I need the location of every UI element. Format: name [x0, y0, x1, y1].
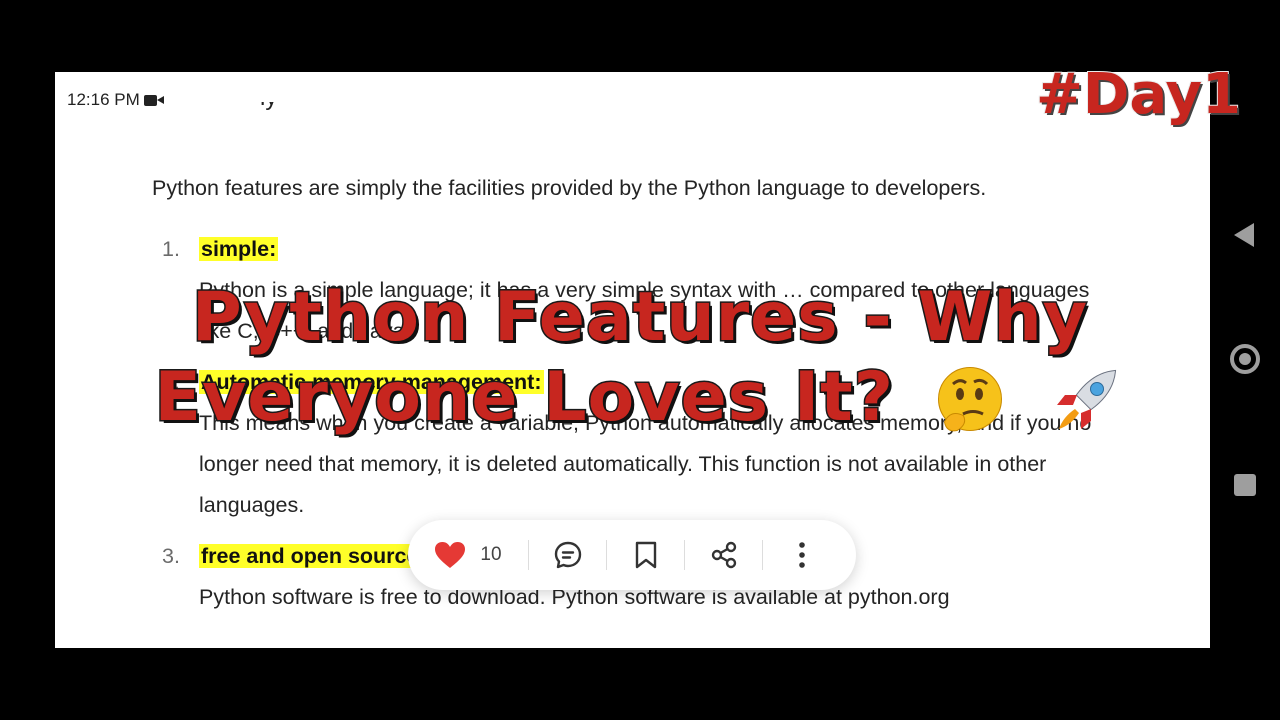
status-time: 12:16 PM — [67, 90, 140, 109]
recents-icon[interactable] — [1234, 474, 1256, 496]
comment-button[interactable] — [529, 520, 606, 590]
android-nav-bar — [1210, 72, 1280, 648]
share-button[interactable] — [685, 520, 762, 590]
like-count: 10 — [480, 544, 502, 565]
more-vertical-icon — [798, 542, 805, 568]
more-options-button[interactable] — [763, 520, 840, 590]
home-icon[interactable] — [1230, 344, 1260, 374]
article-intro: Python features are simply the facilitie… — [152, 176, 987, 200]
list-number: 2. — [162, 370, 180, 394]
feature-description: This means when you create a variable, P… — [199, 411, 1092, 517]
list-number: 1. — [162, 237, 180, 261]
heart-icon — [435, 542, 466, 568]
comment-icon — [554, 541, 581, 569]
day-badge: #Day1 — [1035, 61, 1242, 128]
like-button[interactable]: 10 — [408, 520, 528, 590]
feature-title: Automatic memory management: — [199, 370, 544, 394]
bookmark-button[interactable] — [607, 520, 684, 590]
article-action-bar: 10 — [408, 520, 856, 590]
feature-description: Python is a simple language; it has a ve… — [199, 278, 1090, 343]
share-icon — [711, 541, 736, 569]
feature-title: free and open source: — [199, 544, 428, 568]
list-number: 3. — [162, 544, 180, 568]
bookmark-icon — [635, 541, 656, 569]
feature-title: simple: — [199, 237, 279, 261]
list-item: 2. Automatic memory management: This mea… — [152, 362, 1112, 526]
screen-record-icon — [143, 93, 164, 107]
cut-heading: ly — [260, 102, 300, 116]
status-bar: 12:16 PM — [67, 90, 164, 110]
list-item: 1. simple: Python is a simple language; … — [152, 229, 1112, 352]
back-icon[interactable] — [1234, 223, 1254, 247]
